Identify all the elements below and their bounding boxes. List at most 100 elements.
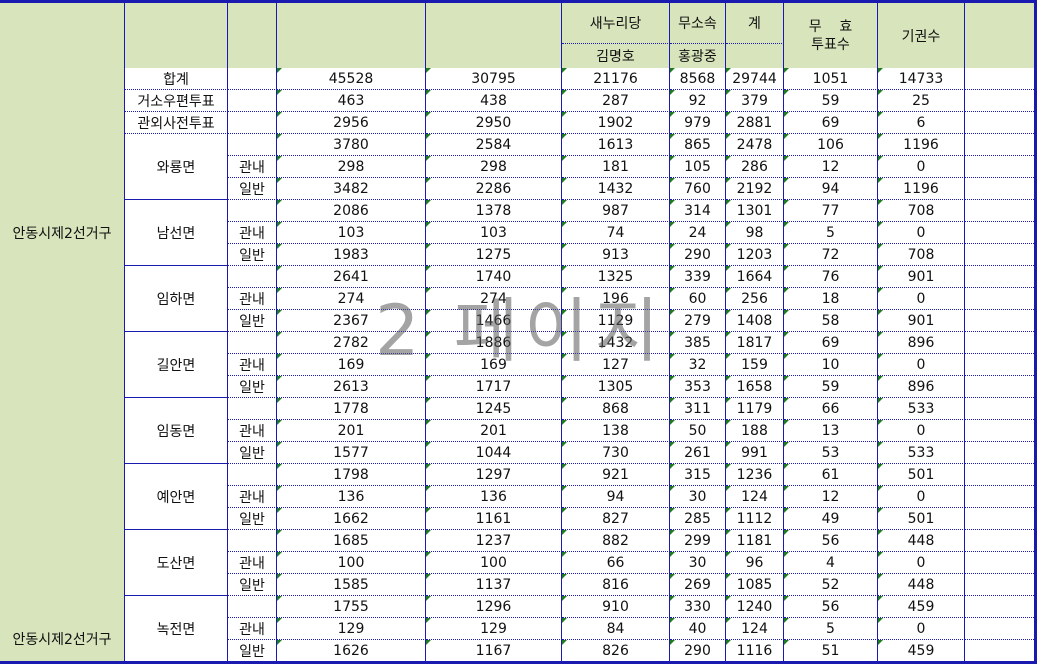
- vote-cell: 3780: [277, 134, 426, 156]
- header-candidate-hong: 홍광중: [670, 44, 726, 68]
- vote-cell: 256: [726, 288, 784, 310]
- row-filler: [965, 200, 1034, 222]
- vote-cell: 979: [670, 112, 726, 134]
- vote-cell: 127: [562, 354, 670, 376]
- vote-cell: 84: [562, 618, 670, 640]
- vote-cell: 1044: [426, 442, 562, 464]
- row-filler: [965, 508, 1034, 530]
- vote-cell: 1237: [426, 530, 562, 552]
- vote-cell: 285: [670, 508, 726, 530]
- vote-cell: 921: [562, 464, 670, 486]
- vote-cell: 1301: [726, 200, 784, 222]
- header-blank-town: [125, 3, 228, 68]
- vote-cell: 1116: [726, 640, 784, 661]
- vote-cell: 94: [562, 486, 670, 508]
- vote-cell: 45528: [277, 68, 426, 90]
- town-name: 길안면: [125, 332, 228, 398]
- vote-cell: 1585: [277, 574, 426, 596]
- vote-cell: 0: [878, 618, 965, 640]
- header-invalid-votes: 무 효 투표수: [784, 3, 878, 68]
- header-invalid-line: 무 효: [808, 18, 853, 35]
- row-sublabel: 일반: [228, 442, 277, 464]
- vote-cell: 24: [670, 222, 726, 244]
- row-filler: [965, 156, 1034, 178]
- vote-cell: 286: [726, 156, 784, 178]
- header-blank-sub: [228, 3, 277, 68]
- row-filler: [965, 596, 1034, 618]
- vote-cell: 59: [784, 90, 878, 112]
- vote-cell: 40: [670, 618, 726, 640]
- vote-cell: 299: [670, 530, 726, 552]
- vote-cell: 1432: [562, 178, 670, 200]
- header-candidate-kim: 김명호: [562, 44, 670, 68]
- vote-cell: 1626: [277, 640, 426, 661]
- row-filler: [965, 574, 1034, 596]
- row-sublabel: 일반: [228, 574, 277, 596]
- row-filler: [965, 486, 1034, 508]
- vote-cell: 25: [878, 90, 965, 112]
- vote-cell: 1167: [426, 640, 562, 661]
- town-name: 예안면: [125, 464, 228, 530]
- vote-cell: 1240: [726, 596, 784, 618]
- vote-cell: 58: [784, 310, 878, 332]
- vote-cell: 1275: [426, 244, 562, 266]
- header-blank-district: [0, 3, 125, 68]
- vote-cell: 6: [878, 112, 965, 134]
- vote-cell: 169: [426, 354, 562, 376]
- vote-cell: 51: [784, 640, 878, 661]
- vote-cell: 533: [878, 398, 965, 420]
- vote-cell: 448: [878, 574, 965, 596]
- row-sublabel: 일반: [228, 178, 277, 200]
- vote-cell: 901: [878, 310, 965, 332]
- vote-cell: 74: [562, 222, 670, 244]
- vote-cell: 100: [426, 552, 562, 574]
- vote-cell: 290: [670, 244, 726, 266]
- vote-cell: 1432: [562, 332, 670, 354]
- vote-cell: 49: [784, 508, 878, 530]
- vote-cell: 991: [726, 442, 784, 464]
- row-filler: [965, 266, 1034, 288]
- vote-cell: 987: [562, 200, 670, 222]
- vote-cell: 379: [726, 90, 784, 112]
- vote-cell: 196: [562, 288, 670, 310]
- row-sublabel: [228, 134, 277, 156]
- vote-cell: 18: [784, 288, 878, 310]
- town-name: 도산면: [125, 530, 228, 596]
- header-electors: [277, 3, 426, 68]
- vote-cell: 1161: [426, 508, 562, 530]
- vote-cell: 330: [670, 596, 726, 618]
- row-filler: [965, 376, 1034, 398]
- row-filler: [965, 112, 1034, 134]
- row-filler: [965, 354, 1034, 376]
- row-sublabel: [228, 398, 277, 420]
- vote-cell: 910: [562, 596, 670, 618]
- vote-cell: 10: [784, 354, 878, 376]
- vote-cell: 1296: [426, 596, 562, 618]
- vote-cell: 1658: [726, 376, 784, 398]
- vote-cell: 77: [784, 200, 878, 222]
- vote-cell: 896: [878, 332, 965, 354]
- vote-cell: 865: [670, 134, 726, 156]
- row-sublabel: 일반: [228, 376, 277, 398]
- vote-cell: 868: [562, 398, 670, 420]
- row-filler: [965, 178, 1034, 200]
- vote-cell: 287: [562, 90, 670, 112]
- row-sublabel: 관내: [228, 354, 277, 376]
- vote-cell: 1983: [277, 244, 426, 266]
- vote-cell: 1378: [426, 200, 562, 222]
- row-filler: [965, 530, 1034, 552]
- row-sublabel: 일반: [228, 640, 277, 661]
- row-filler: [965, 442, 1034, 464]
- vote-cell: 827: [562, 508, 670, 530]
- vote-cell: 59: [784, 376, 878, 398]
- vote-cell: 882: [562, 530, 670, 552]
- vote-cell: 4: [784, 552, 878, 574]
- row-filler: [965, 134, 1034, 156]
- row-filler: [965, 222, 1034, 244]
- vote-cell: 30: [670, 552, 726, 574]
- row-sublabel: 관내: [228, 618, 277, 640]
- vote-cell: 438: [426, 90, 562, 112]
- vote-cell: 1740: [426, 266, 562, 288]
- vote-cell: 1051: [784, 68, 878, 90]
- row-sublabel: [228, 90, 277, 112]
